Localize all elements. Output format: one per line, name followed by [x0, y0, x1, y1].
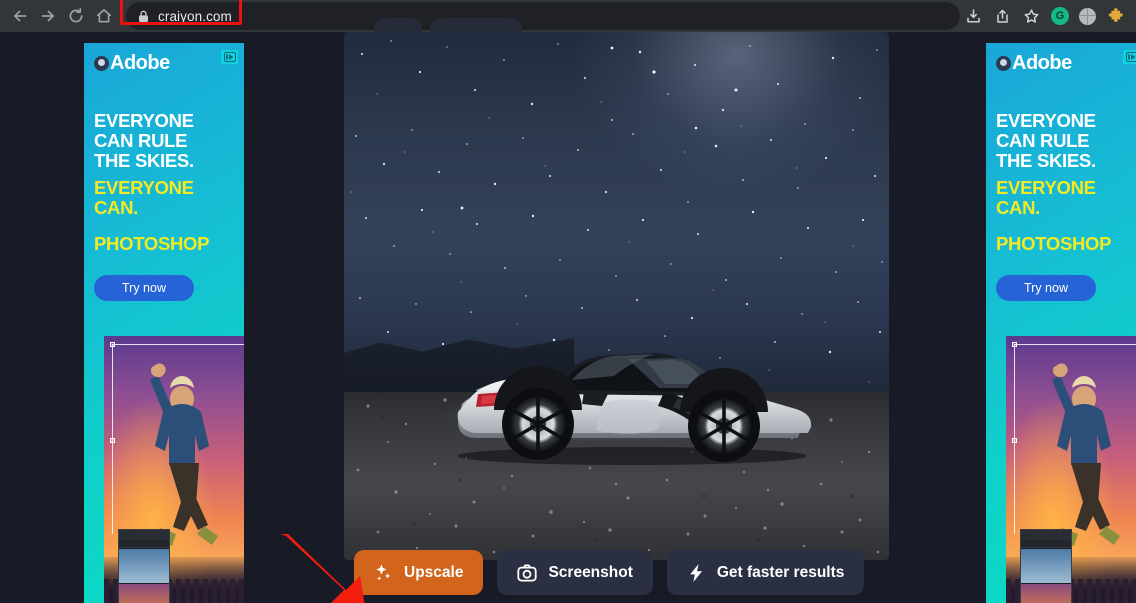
back-button[interactable] — [6, 2, 34, 30]
ad-banner-left[interactable]: Adobe EVERYONE CAN RULE THE SKIES. EVERY… — [84, 43, 244, 603]
omnibox-container: craiyon.com — [120, 0, 960, 30]
screenshot-button[interactable]: Screenshot — [497, 550, 653, 595]
ad-subline: EVERYONE CAN. — [94, 178, 194, 218]
bookmark-button[interactable] — [1018, 3, 1044, 29]
forward-button[interactable] — [34, 2, 62, 30]
ad-subline-line-1: EVERYONE — [996, 177, 1096, 198]
download-icon — [966, 8, 980, 22]
get-faster-results-button-label: Get faster results — [716, 563, 845, 581]
ad-headline-line-1: EVERYONE — [996, 110, 1096, 131]
profile-avatar[interactable]: G — [1051, 7, 1069, 25]
arrow-left-icon — [13, 10, 27, 22]
image-sports-car — [457, 353, 812, 465]
upscale-button[interactable]: Upscale — [354, 550, 484, 595]
ad-headline-line-3: THE SKIES. — [94, 149, 194, 171]
browser-toolbar-actions: G — [960, 3, 1130, 29]
generated-image-card[interactable] — [344, 32, 889, 560]
ad-logo: Adobe — [94, 53, 170, 73]
globe-icon[interactable] — [1079, 7, 1096, 25]
camera-icon — [517, 563, 538, 583]
upscale-button-label: Upscale — [404, 563, 464, 581]
get-faster-results-button[interactable]: Get faster results — [666, 550, 865, 595]
ad-headline-line-3: THE SKIES. — [996, 149, 1096, 171]
action-button-row: Upscale Screenshot Get faster results — [354, 550, 865, 595]
ad-cta-button[interactable]: Try now — [996, 275, 1096, 301]
ad-logo: Adobe — [996, 53, 1072, 73]
reload-button[interactable] — [62, 2, 90, 30]
ad-brand-name: PHOTOSHOP — [996, 233, 1112, 254]
ad-headline-line-2: CAN RULE — [94, 129, 188, 151]
ad-crop-marks — [104, 336, 244, 603]
adchoices-icon[interactable] — [221, 50, 238, 64]
ad-badge-icon — [94, 55, 109, 71]
ad-headline: EVERYONE CAN RULE THE SKIES. — [996, 111, 1096, 171]
share-button[interactable] — [989, 3, 1015, 29]
ad-photo — [104, 336, 244, 603]
home-icon — [96, 9, 112, 23]
lock-icon — [138, 10, 149, 23]
extensions-button[interactable] — [1102, 3, 1128, 29]
puzzle-piece-icon — [1108, 7, 1123, 22]
ad-subline-line-2: CAN. — [94, 196, 139, 218]
page-content: Adobe EVERYONE CAN RULE THE SKIES. EVERY… — [0, 18, 1136, 603]
ad-advertiser-name: Adobe — [1012, 52, 1072, 74]
reload-icon — [69, 8, 83, 23]
downloads-button[interactable] — [960, 3, 986, 29]
ad-badge-icon — [996, 55, 1011, 71]
home-button[interactable] — [90, 2, 118, 30]
ad-headline: EVERYONE CAN RULE THE SKIES. — [94, 111, 194, 171]
sparkle-icon — [374, 563, 393, 582]
browser-toolbar: craiyon.com G — [0, 0, 1136, 32]
adchoices-icon[interactable] — [1123, 50, 1136, 64]
lightning-bolt-icon — [687, 563, 706, 583]
ad-banner-right[interactable]: Adobe EVERYONE CAN RULE THE SKIES. EVERY… — [986, 43, 1136, 603]
screenshot-button-label: Screenshot — [548, 563, 633, 581]
ad-photo — [1006, 336, 1136, 603]
ad-brand-name: PHOTOSHOP — [94, 233, 210, 254]
url-text: craiyon.com — [158, 8, 232, 24]
ad-advertiser-name: Adobe — [110, 52, 170, 74]
ad-headline-line-2: CAN RULE — [996, 129, 1090, 151]
ad-cta-button[interactable]: Try now — [94, 275, 194, 301]
ad-subline: EVERYONE CAN. — [996, 178, 1096, 218]
ad-subline-line-2: CAN. — [996, 196, 1041, 218]
arrow-right-icon — [41, 10, 55, 22]
star-icon — [1024, 8, 1038, 23]
ad-headline-line-1: EVERYONE — [94, 110, 194, 131]
ad-crop-marks — [1006, 336, 1136, 603]
ad-subline-line-1: EVERYONE — [94, 177, 194, 198]
address-bar[interactable]: craiyon.com — [126, 2, 960, 30]
share-icon — [996, 9, 1008, 23]
